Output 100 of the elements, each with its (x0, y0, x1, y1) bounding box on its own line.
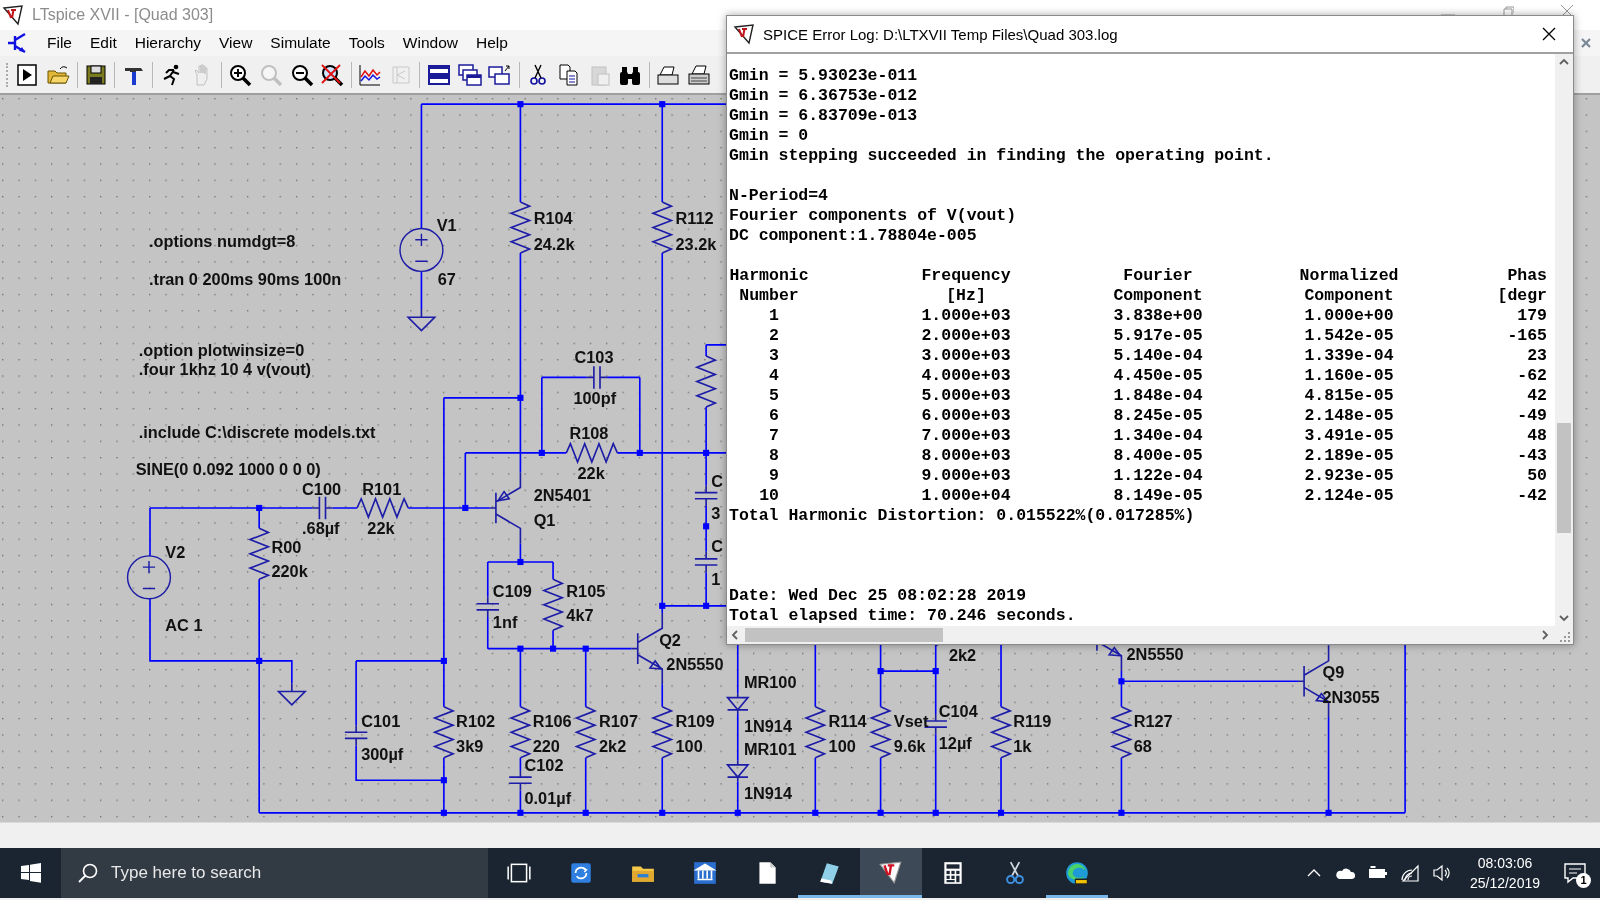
menu-item[interactable]: Help (467, 32, 517, 54)
resistor-symbol (508, 201, 532, 254)
menu-item[interactable]: Edit (81, 32, 126, 54)
part-label: 1k (1013, 736, 1032, 755)
part-label: 22k (367, 519, 395, 538)
table-cell: 1.848e-04 (1113, 386, 1203, 406)
part-label: 3 (711, 504, 721, 523)
cascaded-windows-icon[interactable] (457, 62, 482, 87)
menu-item[interactable]: Hierarchy (125, 32, 211, 54)
table-cell: 1.122e-04 (1113, 466, 1203, 486)
scroll-left-icon[interactable] (731, 630, 739, 640)
log-line: DC component:1.78804e-005 (729, 226, 978, 246)
column-header: Phas (1507, 266, 1547, 286)
table-cell: 1.000e+00 (1304, 306, 1394, 326)
app-logo-icon (733, 23, 755, 45)
printer-icon[interactable] (687, 62, 711, 87)
part-label: 68 (1133, 736, 1152, 755)
play-icon[interactable] (15, 62, 40, 87)
table-cell: -62 (1517, 366, 1547, 386)
part-label: R127 (1133, 712, 1173, 731)
column-header: Frequency (921, 266, 1011, 286)
scrollbar-thumb[interactable] (745, 628, 943, 642)
zoom-out-icon[interactable] (289, 62, 314, 87)
table-cell: 3.491e-05 (1304, 426, 1394, 446)
spice-directive: .include C:\discrete models.txt (138, 422, 376, 441)
part-label: 2N5401 (533, 485, 591, 504)
table-cell: 4.000e+03 (921, 366, 1011, 386)
notification-button[interactable]: 1 (1550, 848, 1600, 898)
search-field[interactable]: Type here to search (61, 848, 488, 898)
part-label: 0.01µf (524, 788, 572, 807)
table-cell: 179 (1517, 306, 1547, 326)
table-cell: 2.923e-05 (1304, 466, 1394, 486)
table-cell: 8.245e-05 (1113, 406, 1203, 426)
notification-count: 1 (1576, 873, 1591, 888)
table-cell: 5.000e+03 (921, 386, 1011, 406)
scroll-down-icon[interactable] (1559, 614, 1569, 622)
ground-symbol (277, 682, 308, 706)
part-label: C (711, 471, 723, 490)
column-header: Component (1304, 286, 1394, 306)
scroll-right-icon[interactable] (1541, 630, 1549, 640)
part-label: C103 (574, 348, 614, 367)
table-cell: 23 (1527, 346, 1547, 366)
table-cell: 5.140e-04 (1113, 346, 1203, 366)
part-label: R102 (456, 712, 496, 731)
table-cell: 2.189e-05 (1304, 446, 1394, 466)
menu-item[interactable]: Window (393, 32, 467, 54)
windows-arrow-icon[interactable] (488, 62, 513, 87)
capacitor-symbol (508, 769, 533, 792)
table-cell: 10 (759, 486, 779, 506)
part-label: C104 (938, 702, 978, 720)
part-label: 23.2k (675, 235, 717, 253)
part-label: 2k2 (599, 736, 627, 755)
capacitor-symbol (475, 595, 500, 618)
crossed-magnifier-icon[interactable] (320, 62, 345, 87)
table-cell: 42 (1527, 386, 1547, 406)
clock[interactable]: 08:03:06 25/12/2019 (1469, 853, 1540, 893)
table-cell: -49 (1517, 406, 1547, 426)
resistor-symbol (508, 705, 532, 759)
capacitor-symbol (694, 551, 719, 573)
zoom-in-icon[interactable] (228, 62, 253, 87)
table-cell: 3.000e+03 (921, 346, 1011, 366)
stacked-windows-icon[interactable] (426, 62, 451, 87)
part-label: 12µf (938, 733, 972, 752)
table-cell: 5.917e-05 (1113, 326, 1203, 346)
table-cell: 2 (769, 326, 779, 346)
restore-icon[interactable] (1502, 6, 1514, 16)
part-label: R104 (533, 209, 573, 228)
scroll-up-icon[interactable] (1559, 58, 1569, 66)
part-label: C109 (492, 581, 532, 600)
menu-item[interactable]: Tools (339, 32, 394, 54)
part-label: 4k7 (566, 606, 594, 625)
part-label: 100 (675, 736, 703, 755)
part-label: R114 (828, 712, 867, 731)
table-cell: 3 (769, 346, 779, 366)
wifi-icon[interactable] (1399, 864, 1420, 882)
part-label: 2N3055 (1322, 687, 1380, 706)
log-line: Gmin = 6.83709e-013 (729, 106, 919, 126)
speaker-icon[interactable] (1431, 864, 1452, 882)
menu-item[interactable]: File (38, 32, 81, 54)
resistor-symbol (541, 578, 565, 632)
part-label: R105 (566, 581, 606, 600)
resize-grip-icon[interactable] (1559, 630, 1571, 642)
menu-item[interactable]: View (210, 32, 262, 54)
menu-item[interactable]: Simulate (261, 32, 340, 54)
resistor-symbol (565, 441, 619, 465)
part-label: 22k (577, 464, 605, 483)
part-label: C (711, 536, 723, 555)
part-label: 300µf (361, 744, 404, 763)
part-label: R119 (1013, 712, 1052, 731)
scrollbar-thumb[interactable] (1557, 423, 1571, 533)
copy-icon[interactable] (556, 62, 581, 87)
waveform-icon[interactable] (358, 62, 383, 87)
table-cell: 2.148e-05 (1304, 406, 1394, 426)
table-cell: 7.000e+03 (921, 426, 1011, 446)
resistor-symbol (694, 355, 718, 408)
capacitor-symbol (311, 495, 334, 520)
battery-icon[interactable] (1367, 865, 1388, 881)
speech-bubble-icon (1563, 862, 1587, 884)
taskbar-app-button[interactable] (860, 848, 922, 898)
close-icon[interactable] (1541, 26, 1557, 42)
